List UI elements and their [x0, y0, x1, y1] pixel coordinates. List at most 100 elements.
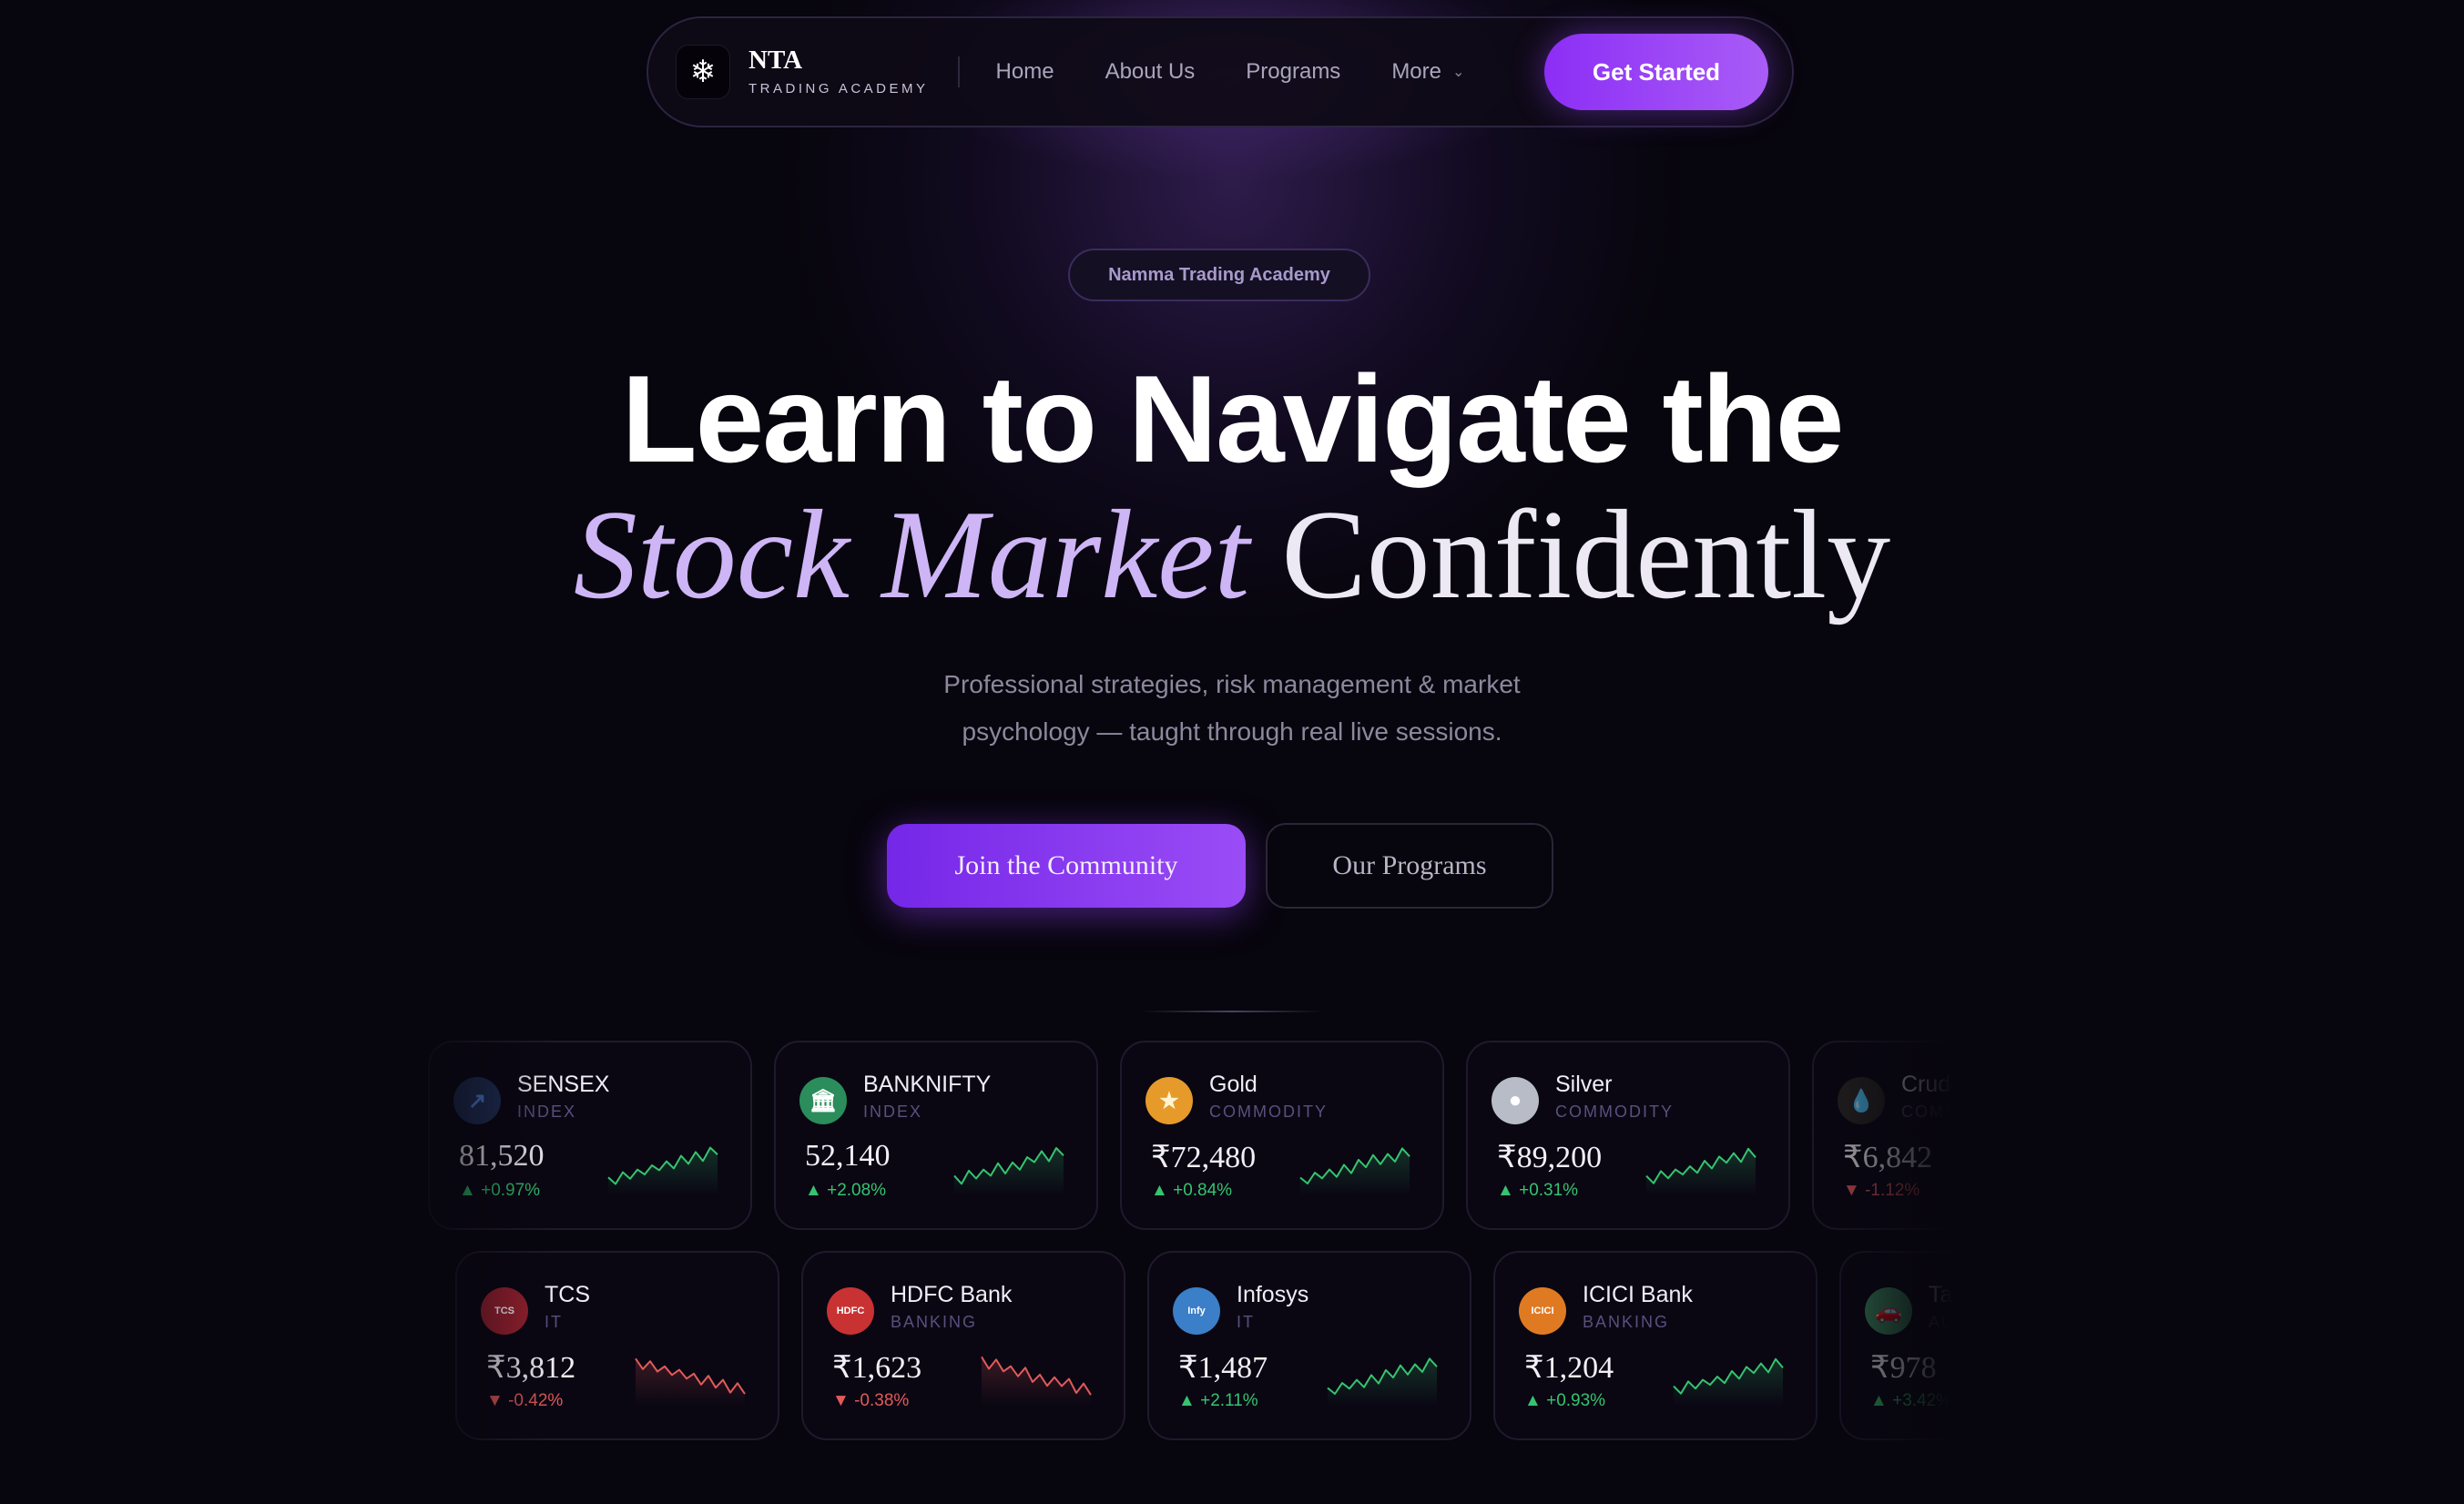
- ticker-card-banknifty[interactable]: 🏛 BANKNIFTY INDEX 52,140 ▲ +2.08%: [774, 1041, 1098, 1230]
- sparkline-area: [1328, 1358, 1437, 1406]
- ticker-category: COMMODITY: [1901, 1103, 2012, 1121]
- bank-icon: 🏛: [799, 1077, 847, 1124]
- hero-subtitle-line1: Professional strategies, risk management…: [943, 670, 1521, 698]
- ticker-price: ₹1,204: [1524, 1351, 1614, 1385]
- sparkline-chart: [1645, 1147, 1756, 1195]
- ticker-change: ▲ +0.97%: [459, 1181, 540, 1201]
- hdfc-logo-icon: HDFC: [827, 1287, 874, 1335]
- ticker-change: ▲ +0.93%: [1524, 1391, 1605, 1411]
- ticker-change: ▼ -1.12%: [1843, 1181, 1919, 1201]
- triangle-up-icon: ▲: [1524, 1391, 1547, 1410]
- ticker-price: ₹6,842: [1843, 1141, 1933, 1174]
- ticker-change-value: +0.97%: [481, 1181, 541, 1200]
- hero-title-rest: Confidently: [1281, 484, 1891, 625]
- ticker-price: ₹1,623: [832, 1351, 922, 1385]
- ticker-change: ▼ -0.42%: [486, 1391, 563, 1411]
- triangle-up-icon: ▲: [459, 1181, 482, 1200]
- ticker-card-icici-bank[interactable]: ICICI ICICI Bank BANKING ₹1,204 ▲ +0.93%: [1493, 1251, 1817, 1440]
- ticker-row-1: ↗ SENSEX INDEX 81,520 ▲ +0.97% 🏛 BANKNIFTY INDE…: [428, 1041, 2012, 1232]
- tata-car-icon: 🚗: [1865, 1287, 1912, 1335]
- ticker-change-value: -0.38%: [854, 1391, 910, 1410]
- ticker-price: ₹89,200: [1497, 1141, 1603, 1174]
- brand-subtitle: TRADING ACADEMY: [748, 81, 929, 97]
- infosys-logo-icon: Infy: [1173, 1287, 1220, 1335]
- gold-star-icon: ★: [1145, 1077, 1193, 1124]
- oil-drop-icon: 💧: [1838, 1077, 1885, 1124]
- triangle-up-icon: ▲: [1497, 1181, 1520, 1200]
- ticker-name: Tata Motors: [1929, 1282, 2012, 1307]
- ticker-change: ▲ +2.11%: [1178, 1391, 1258, 1411]
- sparkline-chart: [1327, 1357, 1438, 1406]
- sparkline-chart: [953, 1147, 1064, 1195]
- triangle-up-icon: ▲: [1178, 1391, 1201, 1410]
- ticker-change: ▲ +3.42%: [1870, 1391, 1951, 1411]
- ticker-marquee: ↗ SENSEX INDEX 81,520 ▲ +0.97% 🏛 BANKNIFTY INDE…: [428, 1038, 2012, 1448]
- ticker-price: 52,140: [805, 1139, 891, 1173]
- section-divider: [1141, 1011, 1323, 1012]
- ticker-change: ▲ +2.08%: [805, 1181, 886, 1201]
- join-community-button[interactable]: Join the Community: [887, 824, 1246, 908]
- triangle-down-icon: ▼: [832, 1391, 855, 1410]
- ticker-card-infosys[interactable]: Infy Infosys IT ₹1,487 ▲ +2.11%: [1147, 1251, 1471, 1440]
- sparkline-chart: [1673, 1357, 1784, 1406]
- sparkline-area: [636, 1358, 745, 1406]
- sparkline-chart: [607, 1146, 718, 1195]
- ticker-name: Gold: [1209, 1072, 1257, 1097]
- ticker-change: ▲ +0.31%: [1497, 1181, 1578, 1201]
- ticker-change-value: -0.42%: [508, 1391, 564, 1410]
- sparkline-area: [1300, 1148, 1410, 1195]
- ticker-name: Silver: [1555, 1072, 1613, 1097]
- nav-link-home[interactable]: Home: [996, 59, 1054, 85]
- ticker-name: SENSEX: [517, 1072, 610, 1097]
- triangle-up-icon: ▲: [1870, 1391, 1893, 1410]
- brand[interactable]: NTA TRADING ACADEMY: [748, 47, 929, 97]
- ticker-category: INDEX: [863, 1103, 923, 1121]
- ticker-card-gold[interactable]: ★ Gold COMMODITY ₹72,480 ▲ +0.84%: [1120, 1041, 1444, 1230]
- ticker-card-tata-motors[interactable]: 🚗 Tata Motors AUTO ₹978 ▲ +3.42%: [1839, 1251, 2012, 1440]
- get-started-button[interactable]: Get Started: [1544, 34, 1768, 110]
- navbar: ❄ NTA TRADING ACADEMY Home About Us Prog…: [647, 16, 1794, 127]
- ticker-row-2: TCS TCS IT ₹3,812 ▼ -0.42% HDFC HDFC Bank BANKI…: [455, 1251, 2012, 1442]
- logo-snowflake-icon[interactable]: ❄: [676, 45, 730, 99]
- nav-divider: [957, 56, 960, 87]
- ticker-name: HDFC Bank: [891, 1282, 1013, 1307]
- hero-title-line2: Stock Market Confidently: [0, 492, 2464, 619]
- ticker-card-tcs[interactable]: TCS TCS IT ₹3,812 ▼ -0.42%: [455, 1251, 779, 1440]
- our-programs-button[interactable]: Our Programs: [1266, 823, 1553, 909]
- triangle-up-icon: ▲: [805, 1181, 828, 1200]
- ticker-name: Infosys: [1237, 1282, 1309, 1307]
- ticker-change-value: +0.93%: [1546, 1391, 1606, 1410]
- ticker-change: ▼ -0.38%: [832, 1391, 909, 1411]
- hero-title-accent: Stock Market: [573, 484, 1250, 625]
- chart-trend-icon: ↗: [453, 1077, 501, 1124]
- nav-link-programs[interactable]: Programs: [1246, 59, 1340, 85]
- ticker-price: ₹1,487: [1178, 1351, 1268, 1385]
- ticker-category: COMMODITY: [1555, 1103, 1674, 1121]
- ticker-change-value: -1.12%: [1865, 1181, 1920, 1200]
- ticker-card-crude-oil[interactable]: 💧 Crude Oil COMMODITY ₹6,842 ▼ -1.12%: [1812, 1041, 2012, 1230]
- ticker-card-silver[interactable]: ● Silver COMMODITY ₹89,200 ▲ +0.31%: [1466, 1041, 1790, 1230]
- ticker-name: TCS: [545, 1282, 590, 1307]
- silver-coin-icon: ●: [1492, 1077, 1539, 1124]
- tcs-logo-icon: TCS: [481, 1287, 528, 1335]
- ticker-name: ICICI Bank: [1583, 1282, 1693, 1307]
- ticker-card-hdfc-bank[interactable]: HDFC HDFC Bank BANKING ₹1,623 ▼ -0.38%: [801, 1251, 1125, 1440]
- ticker-price: 81,520: [459, 1139, 545, 1173]
- ticker-change-value: +2.08%: [827, 1181, 887, 1200]
- brand-title: NTA: [748, 46, 803, 75]
- ticker-change-value: +3.42%: [1892, 1391, 1952, 1410]
- icici-logo-icon: ICICI: [1519, 1287, 1566, 1335]
- sparkline-chart: [981, 1356, 1092, 1406]
- triangle-down-icon: ▼: [486, 1391, 509, 1410]
- chevron-down-icon: ⌄: [1452, 65, 1465, 80]
- sparkline-chart: [1299, 1147, 1410, 1195]
- triangle-up-icon: ▲: [1151, 1181, 1174, 1200]
- nav-link-about-us[interactable]: About Us: [1105, 59, 1196, 85]
- ticker-price: ₹978: [1870, 1351, 1937, 1385]
- ticker-category: BANKING: [1583, 1313, 1670, 1331]
- ticker-card-sensex[interactable]: ↗ SENSEX INDEX 81,520 ▲ +0.97%: [428, 1041, 752, 1230]
- nav-more-dropdown[interactable]: More ⌄: [1391, 59, 1464, 85]
- nav-more-label: More: [1391, 59, 1441, 84]
- hero-subtitle-line2: psychology — taught through real live se…: [962, 717, 1502, 746]
- hero-subtitle: Professional strategies, risk management…: [0, 661, 2464, 756]
